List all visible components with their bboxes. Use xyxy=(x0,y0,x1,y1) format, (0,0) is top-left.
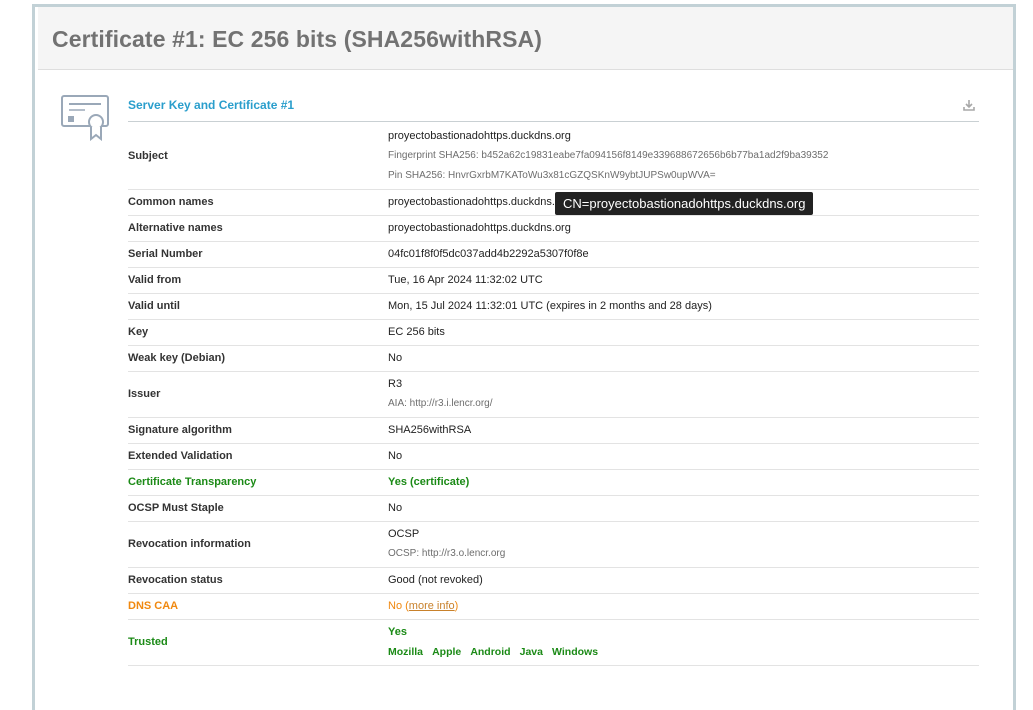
trust-store-mozilla: Mozilla xyxy=(388,646,424,658)
row-key: Common names xyxy=(128,189,388,216)
row-key: Issuer xyxy=(128,371,388,418)
table-row: Certificate Transparency Yes (certificat… xyxy=(128,469,979,496)
trust-store-apple: Apple xyxy=(432,646,462,658)
row-key: OCSP Must Staple xyxy=(128,495,388,522)
row-value: EC 256 bits xyxy=(388,319,979,346)
dns-caa-value: No xyxy=(388,600,403,612)
certificate-details-table: Subject proyectobastionadohttps.duckdns.… xyxy=(128,123,979,666)
pin-value: Pin SHA256: HnvrGxrbM7KAToWu3x81cGZQSKnW… xyxy=(388,169,716,181)
table-row: Trusted Yes Mozilla Apple Android Java W… xyxy=(128,619,979,666)
row-key: Revocation information xyxy=(128,521,388,568)
row-value: 04fc01f8f0f5dc037add4b2292a5307f0f8e xyxy=(388,241,979,268)
table-row: Alternative names proyectobastionadohttp… xyxy=(128,215,979,242)
row-key: Alternative names xyxy=(128,215,388,242)
section-title: Server Key and Certificate #1 xyxy=(128,98,295,112)
title-bar: Certificate #1: EC 256 bits (SHA256withR… xyxy=(38,7,1013,70)
row-key: Signature algorithm xyxy=(128,417,388,444)
certificate-panel: Certificate #1: EC 256 bits (SHA256withR… xyxy=(32,4,1016,710)
table-row: OCSP Must Staple No xyxy=(128,495,979,522)
table-row: Revocation status Good (not revoked) xyxy=(128,567,979,594)
row-value: No (more info) xyxy=(388,593,979,620)
row-value: R3 AIA: http://r3.i.lencr.org/ xyxy=(388,371,979,418)
page-title: Certificate #1: EC 256 bits (SHA256withR… xyxy=(52,26,542,52)
trusted-value: Yes xyxy=(388,626,407,638)
section-header: Server Key and Certificate #1 xyxy=(128,93,979,122)
table-row: Serial Number 04fc01f8f0f5dc037add4b2292… xyxy=(128,241,979,268)
row-value: Good (not revoked) xyxy=(388,567,979,594)
table-row: Common names proyectobastionadohttps.duc… xyxy=(128,189,979,216)
row-value: SHA256withRSA xyxy=(388,417,979,444)
common-name-tooltip: CN=proyectobastionadohttps.duckdns.org xyxy=(555,192,814,215)
table-row: Revocation information OCSP OCSP: http:/… xyxy=(128,521,979,568)
row-value: proyectobastionadohttps.duckdns.org xyxy=(388,215,979,242)
row-key: Valid from xyxy=(128,267,388,294)
row-value: No xyxy=(388,495,979,522)
row-value: proyectobastionadohttps.duckdns.org Fing… xyxy=(388,123,979,190)
download-icon[interactable] xyxy=(963,99,975,111)
trust-stores: Mozilla Apple Android Java Windows xyxy=(388,642,979,662)
table-row: Extended Validation No xyxy=(128,443,979,470)
row-key: Subject xyxy=(128,123,388,190)
more-info-link[interactable]: more info xyxy=(409,600,455,612)
issuer-value: R3 xyxy=(388,378,403,390)
row-key: Key xyxy=(128,319,388,346)
row-value: OCSP OCSP: http://r3.o.lencr.org xyxy=(388,521,979,568)
trust-store-android: Android xyxy=(470,646,511,658)
row-value: Mon, 15 Jul 2024 11:32:01 UTC (expires i… xyxy=(388,293,979,320)
table-row: Signature algorithm SHA256withRSA xyxy=(128,417,979,444)
fingerprint-value: Fingerprint SHA256: b452a62c19831eabe7fa… xyxy=(388,149,829,161)
row-value: No xyxy=(388,345,979,372)
row-key: Serial Number xyxy=(128,241,388,268)
aia-value: AIA: http://r3.i.lencr.org/ xyxy=(388,398,493,409)
trust-store-windows: Windows xyxy=(552,646,599,658)
revocation-value: OCSP xyxy=(388,528,420,540)
table-row: Weak key (Debian) No xyxy=(128,345,979,372)
table-row: Issuer R3 AIA: http://r3.i.lencr.org/ xyxy=(128,371,979,418)
paren-close: ) xyxy=(454,600,459,612)
row-key: DNS CAA xyxy=(128,593,388,620)
table-row: Valid from Tue, 16 Apr 2024 11:32:02 UTC xyxy=(128,267,979,294)
row-key: Certificate Transparency xyxy=(128,469,388,496)
row-key: Weak key (Debian) xyxy=(128,345,388,372)
ocsp-url-value: OCSP: http://r3.o.lencr.org xyxy=(388,548,506,559)
trust-store-java: Java xyxy=(519,646,543,658)
row-key: Trusted xyxy=(128,619,388,666)
row-value: Tue, 16 Apr 2024 11:32:02 UTC xyxy=(388,267,979,294)
row-value: Yes (certificate) xyxy=(388,469,979,496)
table-row: DNS CAA No (more info) xyxy=(128,593,979,620)
subject-value: proyectobastionadohttps.duckdns.org xyxy=(388,129,571,142)
certificate-icon xyxy=(61,95,109,141)
row-value: Yes Mozilla Apple Android Java Windows xyxy=(388,619,979,666)
row-key: Valid until xyxy=(128,293,388,320)
table-row: Valid until Mon, 15 Jul 2024 11:32:01 UT… xyxy=(128,293,979,320)
table-row: Key EC 256 bits xyxy=(128,319,979,346)
row-key: Extended Validation xyxy=(128,443,388,470)
row-value: No xyxy=(388,443,979,470)
row-key: Revocation status xyxy=(128,567,388,594)
table-row: Subject proyectobastionadohttps.duckdns.… xyxy=(128,123,979,190)
